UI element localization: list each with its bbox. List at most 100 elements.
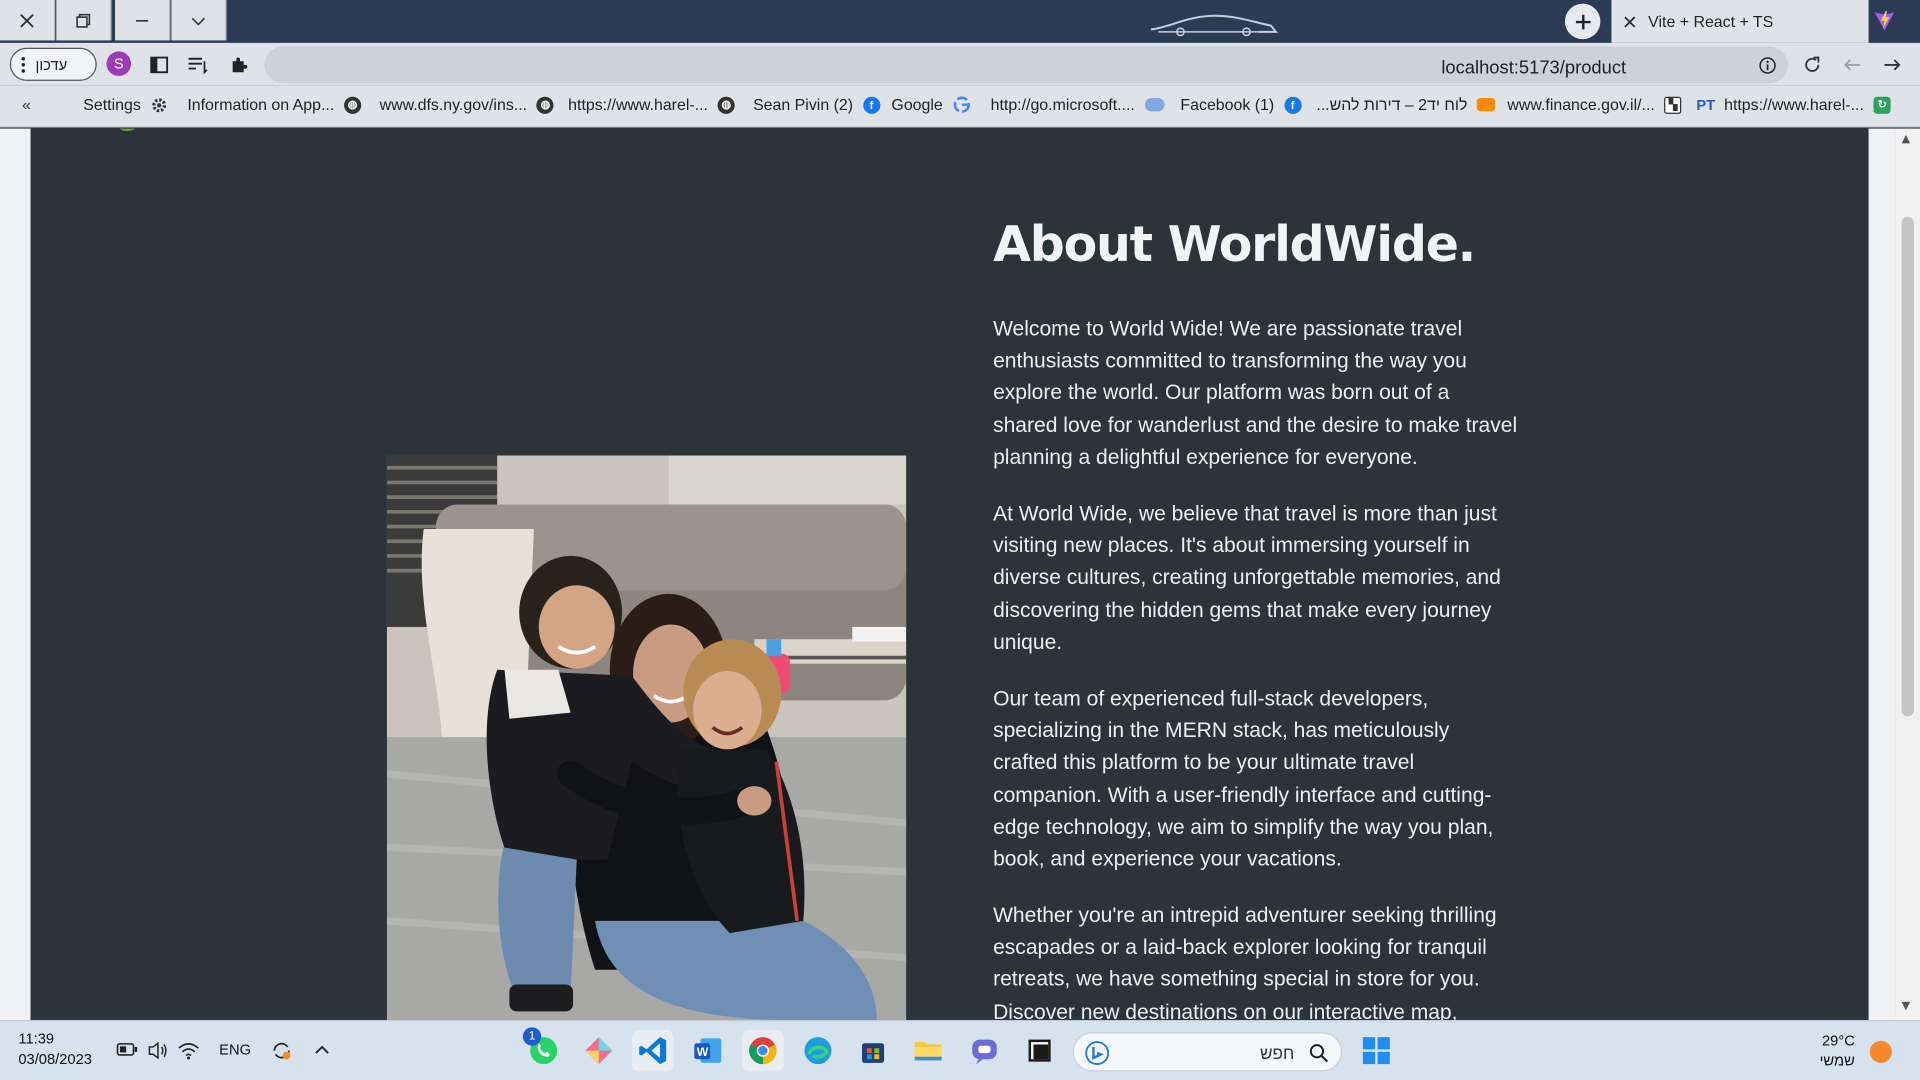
system-clock[interactable]: 11:39 03/08/2023 [18, 1029, 92, 1071]
bookmark-item[interactable]: www.dfs.ny.gov/ins... ◍ [380, 96, 554, 114]
bookmark-item[interactable]: www.finance.gov.il/... ▚ [1507, 95, 1682, 114]
search-icon [1309, 1044, 1329, 1063]
sync-icon[interactable] [271, 1040, 293, 1062]
url-field[interactable]: localhost:5173/product [264, 46, 1788, 84]
logo-fragment [116, 128, 139, 132]
clock-date: 03/08/2023 [18, 1050, 92, 1068]
bookmark-item[interactable]: http://go.microsoft.... [991, 96, 1165, 114]
bing-icon [1085, 1041, 1110, 1066]
info-icon[interactable] [1758, 56, 1776, 74]
sidebar-toggle-icon[interactable] [147, 53, 171, 77]
file-explorer-app[interactable] [907, 1030, 949, 1072]
tab-title: Vite + React + TS [1648, 12, 1774, 31]
weather-description: שמשי [1819, 1051, 1855, 1069]
new-tab-button[interactable] [1564, 3, 1601, 40]
reload-icon[interactable] [1800, 53, 1824, 77]
scroll-up-arrow-icon[interactable]: ▲ [1902, 133, 1910, 145]
store-icon [862, 1043, 885, 1063]
tab-vite-react[interactable]: Vite + React + TS [1611, 0, 1869, 43]
update-button-label: עדכון [35, 55, 68, 73]
windows-start-icon[interactable] [1362, 1036, 1391, 1065]
bookmark-label: www.finance.gov.il/... [1507, 95, 1655, 114]
volume-icon[interactable] [147, 1041, 169, 1061]
more-vertical-icon [21, 56, 25, 73]
offer-paragraph: Whether you're an intrepid adventurer se… [993, 902, 1497, 1021]
teams-app[interactable] [964, 1030, 1006, 1072]
page-left-margin [0, 128, 31, 1021]
language-indicator[interactable]: ENG [219, 1041, 251, 1058]
finance-icon: ▚ [1664, 96, 1682, 114]
about-photo [386, 455, 907, 1021]
globe-icon: ◍ [344, 96, 362, 114]
svg-text:W: W [697, 1045, 709, 1059]
globe-icon: ◍ [536, 96, 554, 114]
terminal-app[interactable] [1019, 1030, 1061, 1072]
bookmark-item[interactable]: https://www.harel-... ◍ [568, 96, 735, 114]
word-app[interactable]: W [687, 1030, 729, 1072]
chevron-up-icon[interactable] [313, 1043, 330, 1055]
browser-title-bar: Vite + React + TS [0, 0, 1920, 43]
forward-disabled-icon[interactable] [1840, 53, 1864, 77]
vscode-app[interactable] [631, 1029, 674, 1072]
restore-icon [76, 13, 91, 28]
battery-icon[interactable] [116, 1042, 138, 1057]
chat-icon [972, 1039, 997, 1065]
word-icon: W [694, 1038, 722, 1063]
weather-temperature: 29°C [1821, 1032, 1855, 1050]
window-icon [1028, 1039, 1051, 1062]
bookmarks-overflow-icon[interactable]: « [22, 96, 31, 114]
bookmarks-bar: « Settings Information on App... ◍ www.d… [0, 85, 1920, 128]
app-launcher[interactable] [578, 1030, 620, 1072]
chrome-app[interactable] [742, 1029, 784, 1072]
bookmark-item[interactable]: Information on App... ◍ [187, 95, 362, 114]
clock-time: 11:39 [18, 1029, 55, 1047]
search-placeholder: חפש [1260, 1043, 1295, 1063]
taskbar-search-input[interactable]: חפש [1072, 1032, 1343, 1072]
facebook-icon: f [1284, 96, 1302, 114]
notification-badge: 1 [522, 1027, 542, 1046]
globe-icon: ◍ [717, 96, 735, 114]
edge-app[interactable] [797, 1030, 839, 1072]
car-logo-icon [1150, 14, 1278, 37]
bookmark-label: Facebook (1) [1180, 95, 1275, 114]
sun-icon [1869, 1040, 1892, 1063]
intro-paragraph: Welcome to World Wide! We are passionate… [993, 315, 1518, 469]
bookmark-item[interactable]: Facebook (1) f [1180, 95, 1302, 114]
store-app[interactable] [852, 1030, 894, 1072]
bookmark-label: Google [891, 95, 943, 114]
google-icon [953, 96, 970, 113]
vscode-icon [639, 1037, 667, 1065]
reading-list-icon[interactable] [186, 53, 210, 77]
windows-taskbar: 11:39 03/08/2023 ENG 1 W חפש 29°C שמשי [0, 1020, 1920, 1080]
bookmark-item[interactable]: לוח יד2 – דירות להש... [1316, 96, 1496, 114]
scrollbar-thumb[interactable] [1901, 216, 1914, 717]
update-button[interactable]: עדכון [9, 47, 97, 81]
restore-window-button[interactable] [56, 0, 112, 41]
close-window-button[interactable] [0, 0, 56, 41]
back-icon[interactable] [1880, 53, 1904, 77]
bookmark-item[interactable]: Settings [83, 96, 167, 114]
tab-list-button[interactable] [171, 0, 227, 41]
minimize-window-button[interactable] [115, 0, 171, 41]
bookmark-item[interactable]: Sean Pivin (2) f [753, 96, 880, 114]
yad2-icon [1477, 97, 1496, 112]
diamond-app-icon [585, 1037, 613, 1065]
page-scrollbar[interactable]: ▲ ▼ [1895, 128, 1920, 1021]
page-right-margin [1868, 128, 1896, 1021]
chevron-down-icon [191, 17, 206, 26]
wifi-icon[interactable] [178, 1041, 200, 1061]
folder-icon [914, 1042, 942, 1061]
weather-widget[interactable]: 29°C שמשי [1820, 1031, 1855, 1070]
bookmark-label: Sean Pivin (2) [753, 95, 854, 114]
close-icon [20, 13, 34, 27]
profile-avatar[interactable]: S [106, 51, 132, 76]
harel-icon: ↻ [1873, 96, 1891, 114]
whatsapp-app[interactable]: 1 [522, 1027, 565, 1072]
extensions-icon[interactable] [227, 53, 251, 77]
bookmark-item[interactable]: Google [891, 96, 970, 114]
scroll-down-arrow-icon[interactable]: ▼ [1902, 1000, 1910, 1012]
mission-paragraph: At World Wide, we believe that travel is… [993, 500, 1501, 654]
bookmark-label: Information on App... [187, 95, 335, 114]
bookmark-item[interactable]: PT https://www.harel-... ↻ [1696, 96, 1891, 114]
close-tab-icon[interactable] [1624, 15, 1636, 27]
